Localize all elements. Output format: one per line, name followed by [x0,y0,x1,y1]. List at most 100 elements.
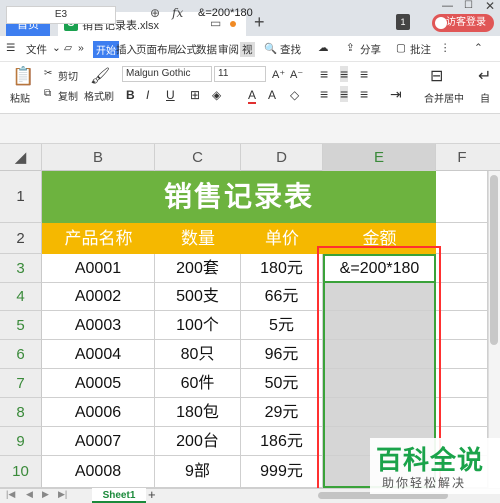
menu-find[interactable]: 查找 [280,42,301,57]
menu-formula[interactable]: 公式 [176,42,197,57]
window-count-badge[interactable]: 1 [396,14,410,30]
align-middle-icon[interactable]: ≡ [340,66,349,82]
more-icon[interactable]: » [78,42,84,54]
table-cell[interactable]: A0004 [42,340,155,369]
amount-cell[interactable] [323,369,436,398]
cell-f4[interactable] [436,283,488,311]
table-cell[interactable]: 500支 [155,283,241,311]
header-cell-product[interactable]: 产品名称 [42,223,155,254]
row-header-5[interactable]: 5 [0,311,42,340]
paste-button[interactable]: 粘贴 [10,90,30,105]
decrease-font-icon[interactable]: A⁻ [290,68,303,81]
copy-icon[interactable]: ⧉ [44,88,51,99]
amount-cell[interactable] [323,340,436,369]
row-header-3[interactable]: 3 [0,254,42,283]
cell-f2[interactable] [436,223,488,254]
table-cell[interactable]: A0005 [42,369,155,398]
zoom-icon[interactable]: ⊕ [150,6,160,20]
sheet-nav-prev-icon[interactable]: ◀ [26,489,33,500]
formula-input[interactable]: &=200*180 [198,7,253,19]
add-sheet-button[interactable]: + [148,487,156,502]
cloud-icon[interactable]: ☁ [318,42,329,54]
merge-center-button[interactable]: 合并居中 [424,90,464,105]
title-cell[interactable]: 销售记录表 [42,171,436,223]
row-header-8[interactable]: 8 [0,398,42,427]
amount-cell[interactable] [323,311,436,340]
cell-f6[interactable] [436,340,488,369]
header-cell-amount[interactable]: 金额 [323,223,436,254]
table-cell[interactable]: A0007 [42,427,155,456]
column-header-b[interactable]: B [42,144,155,171]
row-header-1[interactable]: 1 [0,171,42,223]
align-center-icon[interactable]: ≡ [340,86,349,102]
fill-color-icon[interactable]: ◈ [212,88,221,102]
table-cell[interactable]: A0001 [42,254,155,283]
menu-comment[interactable]: 批注 [410,42,431,57]
folder-icon[interactable]: ▱ [64,42,72,54]
merge-icon[interactable]: ⊟ [430,66,443,86]
wrap-text-icon[interactable]: ↵ [478,66,491,86]
guest-login-button[interactable]: 访客登录 [432,14,494,32]
column-header-c[interactable]: C [155,144,241,171]
maximize-icon[interactable]: ☐ [464,0,473,11]
align-left-icon[interactable]: ≡ [320,86,328,102]
bold-button[interactable]: B [126,88,135,102]
increase-font-icon[interactable]: A⁺ [272,68,285,81]
format-painter-icon[interactable]: 🖌 [90,66,110,86]
menu-data[interactable]: 数据 [196,42,217,57]
hamburger-icon[interactable]: ☰ [6,42,15,54]
table-cell[interactable]: 66元 [241,283,323,311]
menu-page-layout[interactable]: 页面布局 [136,42,178,57]
column-header-e[interactable]: E [323,144,436,171]
vertical-scroll-thumb[interactable] [490,175,498,345]
name-box[interactable]: E3 [6,6,116,24]
close-icon[interactable]: ✕ [485,0,495,13]
sheet-tab[interactable]: Sheet1 [92,488,146,503]
align-top-icon[interactable]: ≡ [320,66,328,82]
column-header-f[interactable]: F [436,144,488,171]
menu-share[interactable]: 分享 [360,42,381,57]
italic-button[interactable]: I [146,88,149,102]
border-icon[interactable]: ⊞ [190,88,200,102]
font-select[interactable]: Malgun Gothic [122,66,212,82]
menu-review[interactable]: 审阅 [218,42,239,57]
row-header-7[interactable]: 7 [0,369,42,398]
cell-f8[interactable] [436,398,488,427]
amount-cell[interactable] [323,398,436,427]
table-cell[interactable]: A0008 [42,456,155,488]
menu-file[interactable]: 文件 [26,42,47,57]
chevron-down-icon[interactable]: ⌄ [52,42,61,54]
row-header-10[interactable]: 10 [0,456,42,488]
share-icon[interactable]: ⇪ [346,42,355,54]
table-cell[interactable]: 200套 [155,254,241,283]
indent-icon[interactable]: ⇥ [390,86,402,103]
table-cell[interactable]: 9部 [155,456,241,488]
scissors-icon[interactable]: ✂ [44,68,52,79]
table-cell[interactable]: 186元 [241,427,323,456]
copy-button[interactable]: 复制 [58,88,78,103]
table-cell[interactable]: A0002 [42,283,155,311]
header-cell-quantity[interactable]: 数量 [155,223,241,254]
table-cell[interactable]: 180包 [155,398,241,427]
underline-button[interactable]: U [166,88,175,102]
cell-f1[interactable] [436,171,488,223]
sheet-nav-last-icon[interactable]: ▶| [58,489,67,500]
table-cell[interactable]: 5元 [241,311,323,340]
table-cell[interactable]: 200台 [155,427,241,456]
table-cell[interactable]: 50元 [241,369,323,398]
amount-cell[interactable] [323,283,436,311]
table-cell[interactable]: 29元 [241,398,323,427]
font-color-button[interactable]: A [248,88,257,104]
table-cell[interactable]: 100个 [155,311,241,340]
column-header-d[interactable]: D [241,144,323,171]
table-cell[interactable]: A0003 [42,311,155,340]
cell-f3[interactable] [436,254,488,283]
table-cell[interactable]: 60件 [155,369,241,398]
sheet-nav-next-icon[interactable]: ▶ [42,489,49,500]
ellipsis-icon[interactable]: ⋮ [440,42,451,54]
cell-f5[interactable] [436,311,488,340]
menu-insert[interactable]: 插入 [116,42,137,57]
fx-icon[interactable]: fx [172,6,183,20]
row-header-9[interactable]: 9 [0,427,42,456]
format-painter-button[interactable]: 格式刷 [84,88,114,103]
